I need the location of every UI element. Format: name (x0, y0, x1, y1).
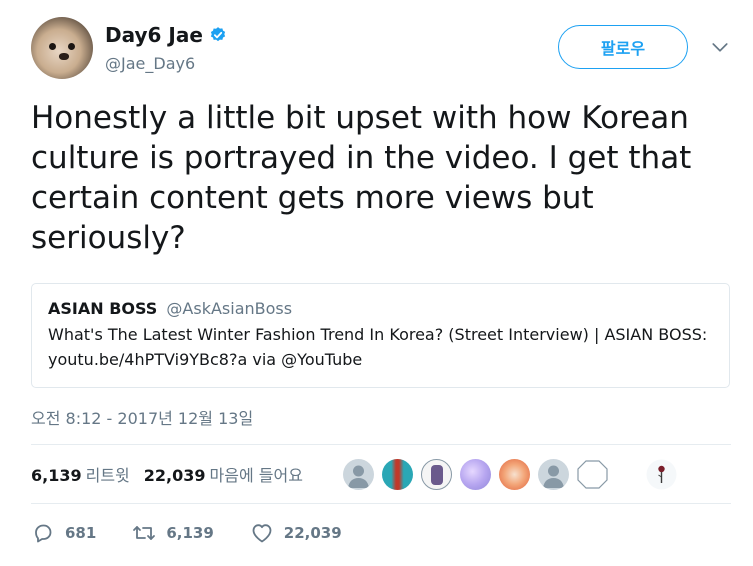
reply-button[interactable]: 681 (31, 521, 96, 545)
like-stat[interactable]: 22,039 마음에 들어요 (144, 462, 303, 486)
liker-avatar[interactable] (343, 459, 374, 490)
quoted-tweet-line-1: What's The Latest Winter Fashion Trend I… (48, 325, 708, 344)
liker-avatar[interactable] (382, 459, 413, 490)
quoted-tweet-header: ASIAN BOSS @AskAsianBoss (48, 298, 713, 320)
author-handle[interactable]: @Jae_Day6 (105, 54, 195, 73)
divider-bottom (31, 503, 731, 504)
avatar-nose (59, 53, 69, 60)
author-avatar[interactable] (31, 17, 93, 79)
avatar-eye-left (49, 43, 56, 50)
liker-avatar[interactable] (421, 459, 452, 490)
liker-avatars (343, 459, 677, 490)
reply-icon (35, 524, 52, 543)
chevron-down-icon[interactable] (711, 38, 729, 56)
quoted-tweet-card[interactable]: ASIAN BOSS @AskAsianBoss What's The Late… (31, 283, 730, 388)
quoted-tweet-body: What's The Latest Winter Fashion Trend I… (48, 322, 713, 372)
liker-avatar[interactable] (460, 459, 491, 490)
liker-avatar[interactable] (499, 459, 530, 490)
tweet-stats: 6,139 리트윗 22,039 마음에 들어요 (31, 462, 303, 486)
author-display-name[interactable]: Day6 Jae (105, 23, 203, 47)
quoted-tweet-name: ASIAN BOSS (48, 299, 158, 318)
liker-avatar[interactable] (538, 459, 569, 490)
author-name[interactable]: Day6 Jae (105, 23, 227, 47)
retweet-stat-label: 리트윗 (85, 466, 130, 485)
retweet-icon (133, 526, 156, 540)
like-button[interactable]: 22,039 (250, 521, 342, 545)
liker-avatar[interactable] (646, 459, 677, 490)
quoted-tweet-line-2: youtu.be/4hPTVi9YBc8?a via @YouTube (48, 350, 363, 369)
retweet-button[interactable]: 6,139 (132, 521, 214, 545)
tweet-actions: 681 6,139 22,039 (31, 521, 378, 545)
tweet-timestamp[interactable]: 오전 8:12 - 2017년 12월 13일 (31, 405, 253, 429)
verified-badge-icon (210, 27, 226, 42)
liker-avatar[interactable] (577, 459, 608, 490)
follow-button[interactable]: 팔로우 (558, 25, 688, 69)
retweet-count: 6,139 (166, 524, 214, 542)
retweet-stat[interactable]: 6,139 리트윗 (31, 462, 130, 486)
retweet-stat-count: 6,139 (31, 466, 82, 485)
like-count: 22,039 (283, 524, 342, 542)
tweet-text: Honestly a little bit upset with how Kor… (31, 100, 692, 256)
like-stat-count: 22,039 (143, 466, 206, 485)
like-stat-label: 마음에 들어요 (209, 466, 303, 485)
avatar-eye-right (68, 43, 75, 50)
divider-top (31, 444, 731, 445)
heart-icon (252, 524, 272, 543)
quoted-tweet-handle: @AskAsianBoss (166, 299, 293, 318)
reply-count: 681 (65, 524, 97, 542)
